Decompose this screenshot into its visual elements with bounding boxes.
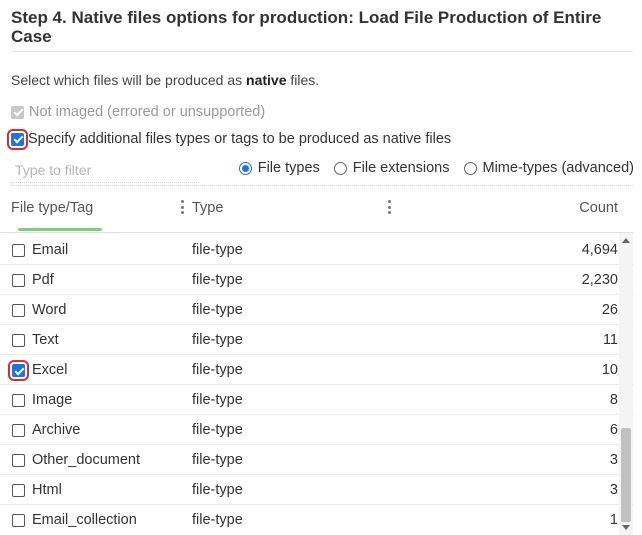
not-imaged-checkbox (11, 105, 24, 119)
radio-file-extensions-button[interactable] (333, 161, 347, 175)
row-checkbox[interactable] (12, 424, 25, 437)
row-type: file-type (192, 332, 243, 348)
radio-file-extensions-label[interactable]: File extensions (353, 160, 450, 176)
table-row[interactable]: Email file-type 4,694 (0, 235, 634, 265)
instruction-text: Select which files will be produced as n… (11, 72, 319, 88)
row-type: file-type (192, 512, 243, 528)
row-count: 3 (609, 482, 618, 498)
row-type: file-type (192, 392, 243, 408)
grid-header-divider (0, 232, 634, 233)
table-row[interactable]: Email_collection file-type 1 (0, 505, 634, 535)
row-count: 26 (601, 302, 618, 318)
row-count: 3 (609, 452, 618, 468)
view-mode-radio-group: File types File extensions Mime-types (a… (238, 160, 635, 176)
instruction-bold: native (246, 72, 287, 88)
row-name: Email_collection (32, 512, 137, 528)
row-count: 6 (609, 422, 618, 438)
filter-divider (11, 185, 633, 186)
row-checkbox[interactable] (8, 360, 29, 381)
specify-additional-label[interactable]: Specify additional files types or tags t… (28, 131, 451, 147)
step-title: Step 4. Native files options for product… (11, 8, 602, 46)
row-type: file-type (192, 422, 243, 438)
row-checkbox[interactable] (12, 394, 25, 407)
row-checkbox[interactable] (12, 484, 25, 497)
row-checkbox[interactable] (12, 244, 25, 257)
row-name: Html (32, 482, 62, 498)
scroll-down-arrow-icon[interactable] (622, 525, 630, 530)
row-type: file-type (192, 302, 243, 318)
column-header-name[interactable]: File type/Tag (11, 200, 93, 216)
row-name: Image (32, 392, 73, 408)
row-count: 8 (609, 392, 618, 408)
row-checkbox[interactable] (12, 274, 25, 287)
table-row[interactable]: Archive file-type 6 (0, 415, 634, 445)
row-count: 11 (602, 332, 618, 348)
instruction-suffix: files. (286, 72, 320, 88)
row-count: 4,694 (581, 242, 618, 258)
instruction-prefix: Select which files will be produced as (11, 72, 247, 88)
column-header-type[interactable]: Type (192, 200, 223, 216)
file-type-grid: File type/Tag Type Count Email file-type… (0, 190, 642, 535)
not-imaged-option: Not imaged (errored or unsupported) (11, 104, 265, 120)
row-type: file-type (192, 362, 243, 378)
row-checkbox[interactable] (12, 304, 25, 317)
radio-mime-types[interactable]: Mime-types (advanced) (463, 160, 635, 176)
table-row[interactable]: Image file-type 8 (0, 385, 634, 415)
scroll-up-arrow-icon[interactable] (622, 238, 630, 243)
row-name: Word (32, 302, 67, 318)
specify-additional-option[interactable]: Specify additional files types or tags t… (7, 128, 451, 150)
row-checkbox[interactable] (12, 514, 25, 527)
row-name: Pdf (32, 272, 54, 288)
row-type: file-type (192, 242, 243, 258)
table-row[interactable]: Pdf file-type 2,230 (0, 265, 634, 295)
table-row[interactable]: Word file-type 26 (0, 295, 634, 325)
row-count: 2,230 (581, 272, 618, 288)
row-count: 10 (601, 362, 618, 378)
radio-file-types-label[interactable]: File types (258, 160, 320, 176)
table-row[interactable]: Other_document file-type 3 (0, 445, 634, 475)
row-name: Excel (32, 362, 68, 378)
table-row[interactable]: Text file-type 11 (0, 325, 634, 355)
row-name: Text (32, 332, 59, 348)
title-divider (11, 51, 633, 52)
row-name: Other_document (32, 452, 141, 468)
row-type: file-type (192, 452, 243, 468)
radio-mime-types-button[interactable] (463, 161, 477, 175)
scrollbar-thumb[interactable] (621, 428, 631, 522)
grid-scrollbar[interactable] (619, 233, 633, 535)
table-row[interactable]: Excel file-type 10 (0, 355, 634, 385)
column-header-count[interactable]: Count (579, 200, 618, 216)
table-row[interactable]: Html file-type 3 (0, 475, 634, 505)
row-name: Archive (32, 422, 81, 438)
row-type: file-type (192, 482, 243, 498)
radio-file-types[interactable]: File types (238, 160, 320, 176)
not-imaged-label: Not imaged (errored or unsupported) (29, 104, 266, 120)
column-resize-handle-icon[interactable] (388, 200, 391, 214)
grid-header: File type/Tag Type Count (0, 190, 634, 232)
header-active-underline (18, 228, 102, 231)
radio-file-extensions[interactable]: File extensions (333, 160, 450, 176)
radio-file-types-button[interactable] (238, 161, 252, 175)
row-type: file-type (192, 272, 243, 288)
row-name: Email (32, 242, 69, 258)
row-checkbox[interactable] (12, 334, 25, 347)
radio-mime-types-label[interactable]: Mime-types (advanced) (483, 160, 635, 176)
row-count: 1 (609, 512, 618, 528)
specify-additional-checkbox[interactable] (7, 128, 28, 150)
row-checkbox[interactable] (12, 454, 25, 467)
column-resize-handle-icon[interactable] (181, 200, 184, 214)
filter-input[interactable] (11, 158, 199, 183)
